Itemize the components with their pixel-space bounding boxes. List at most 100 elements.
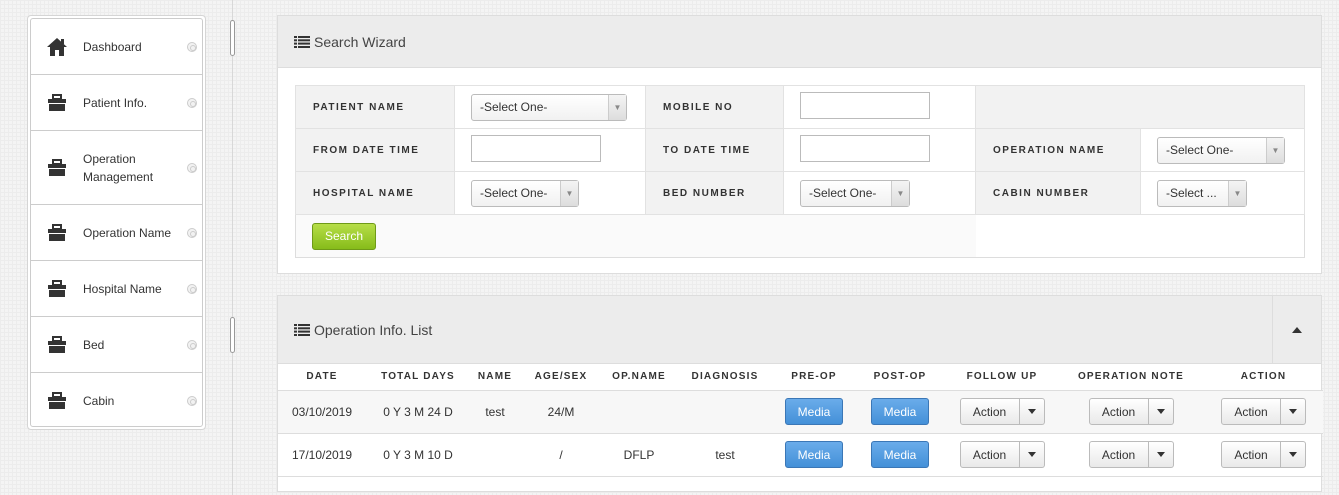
sidebar-item-hospital-name[interactable]: Hospital Name xyxy=(31,261,202,317)
col-action: ACTION xyxy=(1204,364,1323,391)
to-date-input[interactable] xyxy=(800,135,930,162)
follow-up-action-dropdown[interactable]: Action xyxy=(959,398,1045,425)
radio-dot-icon xyxy=(187,41,197,52)
pre-op-media-button[interactable]: Media xyxy=(785,441,843,468)
sidebar-menu: Dashboard Patient Info. Operation Manage… xyxy=(30,18,203,427)
operation-note-action-dropdown[interactable]: Action xyxy=(1088,441,1174,468)
briefcase-icon xyxy=(45,221,69,245)
table-row: 03/10/2019 0 Y 3 M 24 D test 24/M Media … xyxy=(278,390,1323,434)
operation-table: DATE TOTAL DAYS NAME AGE/SEX OP.NAME DIA… xyxy=(278,364,1323,477)
action-button[interactable]: Action xyxy=(959,398,1020,425)
chevron-up-icon xyxy=(1292,327,1302,333)
action-button[interactable]: Action xyxy=(959,441,1020,468)
cell-age-sex: / xyxy=(520,433,602,477)
sidebar-item-dashboard[interactable]: Dashboard xyxy=(31,19,202,75)
action-caret-button[interactable] xyxy=(1019,398,1045,425)
sidebar: Dashboard Patient Info. Operation Manage… xyxy=(27,15,206,430)
search-wizard-panel: Search Wizard PATIENT NAME -Select One- … xyxy=(277,15,1322,274)
cell-name: test xyxy=(470,390,520,434)
cabin-number-label: CABIN NUMBER xyxy=(975,171,1141,215)
post-op-media-button[interactable]: Media xyxy=(871,441,929,468)
col-name: NAME xyxy=(470,364,520,391)
splitter-handle-bottom[interactable] xyxy=(230,317,235,353)
briefcase-icon xyxy=(45,156,69,180)
col-follow-up: FOLLOW UP xyxy=(946,364,1058,391)
sidebar-item-patient-info[interactable]: Patient Info. xyxy=(31,75,202,131)
action-button[interactable]: Action xyxy=(1221,398,1281,425)
cell-age-sex: 24/M xyxy=(520,390,602,434)
splitter-handle-top[interactable] xyxy=(230,20,235,56)
operation-note-action-dropdown[interactable]: Action xyxy=(1088,398,1174,425)
cell-total-days: 0 Y 3 M 24 D xyxy=(366,390,470,434)
operation-name-label: OPERATION NAME xyxy=(975,128,1141,172)
pre-op-media-button[interactable]: Media xyxy=(785,398,843,425)
dropdown-arrow-icon: ▼ xyxy=(608,94,626,120)
col-post-op: POST-OP xyxy=(854,364,946,391)
to-date-label: TO DATE TIME xyxy=(645,128,784,172)
operation-name-select[interactable]: -Select One- ▼ xyxy=(1157,136,1285,164)
radio-dot-icon xyxy=(187,283,197,294)
mobile-no-label: MOBILE NO xyxy=(645,85,784,129)
operation-list-header: Operation Info. List xyxy=(278,296,1321,364)
cell-op-name: DFLP xyxy=(602,433,676,477)
hospital-name-select[interactable]: -Select One- ▼ xyxy=(471,179,579,207)
bed-number-select[interactable]: -Select One- ▼ xyxy=(800,179,910,207)
sidebar-item-cabin[interactable]: Cabin xyxy=(31,373,202,429)
action-caret-button[interactable] xyxy=(1019,441,1045,468)
sidebar-item-label: Dashboard xyxy=(83,39,142,54)
list-icon xyxy=(294,323,310,336)
caret-down-icon xyxy=(1027,452,1036,457)
follow-up-action-dropdown[interactable]: Action xyxy=(959,441,1045,468)
col-age-sex: AGE/SEX xyxy=(520,364,602,391)
sidebar-item-label: Cabin xyxy=(83,394,115,408)
action-button[interactable]: Action xyxy=(1221,441,1281,468)
briefcase-icon xyxy=(45,277,69,301)
mobile-no-input[interactable] xyxy=(800,92,930,119)
action-caret-button[interactable] xyxy=(1148,398,1174,425)
action-caret-button[interactable] xyxy=(1281,398,1306,425)
sidebar-item-label: Operation Management xyxy=(83,151,154,184)
caret-down-icon xyxy=(1027,409,1036,414)
sidebar-item-label: Patient Info. xyxy=(83,95,148,110)
caret-down-icon xyxy=(1289,409,1297,414)
action-button[interactable]: Action xyxy=(1088,398,1149,425)
radio-dot-icon xyxy=(187,97,197,108)
action-caret-button[interactable] xyxy=(1148,441,1174,468)
row-action-dropdown[interactable]: Action xyxy=(1221,398,1306,425)
table-row: 17/10/2019 0 Y 3 M 10 D / DFLP test Medi… xyxy=(278,433,1323,477)
list-icon xyxy=(294,35,310,48)
caret-down-icon xyxy=(1156,409,1165,414)
briefcase-icon xyxy=(45,333,69,357)
cell-date: 03/10/2019 xyxy=(278,390,366,434)
cell-diagnosis: test xyxy=(676,433,774,477)
search-wizard-title: Search Wizard xyxy=(314,33,406,50)
search-wizard-header: Search Wizard xyxy=(278,16,1321,68)
row-action-dropdown[interactable]: Action xyxy=(1221,441,1306,468)
action-caret-button[interactable] xyxy=(1281,441,1306,468)
radio-dot-icon xyxy=(187,396,197,406)
cabin-number-select[interactable]: -Select ... ▼ xyxy=(1157,179,1247,207)
from-date-input[interactable] xyxy=(471,135,601,162)
search-form: PATIENT NAME -Select One- ▼ MOBILE NO FR… xyxy=(278,68,1321,275)
cell-op-name xyxy=(602,390,676,434)
search-button[interactable]: Search xyxy=(312,222,376,250)
sidebar-item-operation-management[interactable]: Operation Management xyxy=(31,131,202,205)
cell-total-days: 0 Y 3 M 10 D xyxy=(366,433,470,477)
caret-down-icon xyxy=(1289,452,1297,457)
sidebar-item-operation-name[interactable]: Operation Name xyxy=(31,205,202,261)
caret-down-icon xyxy=(1156,452,1165,457)
table-header-row: DATE TOTAL DAYS NAME AGE/SEX OP.NAME DIA… xyxy=(278,364,1323,391)
sidebar-item-bed[interactable]: Bed xyxy=(31,317,202,373)
post-op-media-button[interactable]: Media xyxy=(871,398,929,425)
cell-date: 17/10/2019 xyxy=(278,433,366,477)
action-button[interactable]: Action xyxy=(1088,441,1149,468)
operation-list-panel: Operation Info. List DATE TOTAL DAYS NAM… xyxy=(277,295,1323,492)
from-date-label: FROM DATE TIME xyxy=(295,128,455,172)
briefcase-icon xyxy=(45,91,69,115)
home-icon xyxy=(45,35,69,59)
patient-name-select[interactable]: -Select One- ▼ xyxy=(471,93,627,121)
col-date: DATE xyxy=(278,364,366,391)
collapse-button[interactable] xyxy=(1272,296,1321,364)
dropdown-arrow-icon: ▼ xyxy=(891,180,909,206)
patient-name-label: PATIENT NAME xyxy=(295,85,455,129)
